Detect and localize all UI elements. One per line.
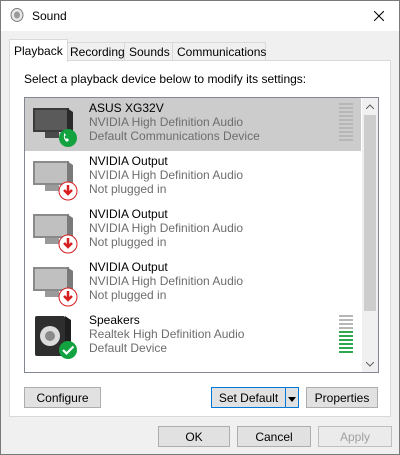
title-bar: Sound [1, 1, 399, 31]
scroll-thumb[interactable] [364, 115, 376, 311]
device-item-nvidia-3[interactable]: NVIDIA Output NVIDIA High Definition Aud… [25, 257, 361, 310]
device-driver: Realtek High Definition Audio [89, 327, 245, 341]
unplugged-badge-icon [58, 181, 78, 201]
device-name: NVIDIA Output [89, 260, 168, 274]
chevron-up-icon [366, 103, 374, 109]
device-item-asus[interactable]: ASUS XG32V NVIDIA High Definition Audio … [25, 98, 361, 151]
tab-communications[interactable]: Communications [172, 42, 266, 61]
device-name: Speakers [89, 313, 140, 327]
device-driver: NVIDIA High Definition Audio [89, 115, 244, 129]
close-icon [374, 11, 384, 21]
set-default-button[interactable]: Set Default [211, 387, 285, 408]
sound-dialog: Sound Playback Recording Sounds Communic… [0, 0, 400, 455]
speaker-app-icon [10, 8, 24, 22]
set-default-dropdown[interactable] [285, 387, 299, 408]
device-driver: NVIDIA High Definition Audio [89, 168, 244, 182]
device-name: NVIDIA Output [89, 207, 168, 221]
dropdown-arrow-icon [288, 397, 296, 402]
properties-button[interactable]: Properties [306, 387, 378, 408]
instruction-text: Select a playback device below to modify… [24, 72, 307, 86]
device-status: Not plugged in [89, 235, 167, 249]
device-driver: NVIDIA High Definition Audio [89, 221, 244, 235]
device-status: Not plugged in [89, 288, 167, 302]
default-check-badge-icon [59, 341, 77, 359]
tab-recording[interactable]: Recording [65, 42, 130, 61]
phone-badge-icon [59, 129, 77, 147]
configure-button[interactable]: Configure [24, 387, 101, 408]
unplugged-badge-icon [58, 287, 78, 307]
speaker-icon [35, 316, 77, 359]
monitor-icon [33, 214, 78, 254]
monitor-icon [33, 161, 78, 201]
dialog-footer: OK Cancel Apply [1, 415, 399, 454]
apply-button[interactable]: Apply [318, 426, 392, 447]
chevron-down-icon [366, 361, 374, 367]
close-button[interactable] [359, 1, 399, 31]
device-status: Not plugged in [89, 182, 167, 196]
device-list[interactable]: ASUS XG32V NVIDIA High Definition Audio … [24, 97, 379, 373]
device-driver: NVIDIA High Definition Audio [89, 274, 244, 288]
device-name: ASUS XG32V [89, 101, 164, 115]
volume-meter [339, 315, 353, 355]
tab-sounds[interactable]: Sounds [124, 42, 178, 61]
tab-playback[interactable]: Playback [9, 39, 68, 62]
device-item-speakers[interactable]: Speakers Realtek High Definition Audio D… [25, 310, 361, 363]
device-item-nvidia-1[interactable]: NVIDIA Output NVIDIA High Definition Aud… [25, 151, 361, 204]
volume-meter [339, 103, 353, 143]
monitor-icon [33, 108, 77, 147]
cancel-button[interactable]: Cancel [237, 426, 311, 447]
device-status: Default Communications Device [89, 129, 260, 143]
vertical-scrollbar[interactable] [362, 98, 378, 372]
ok-button[interactable]: OK [158, 426, 230, 447]
device-name: NVIDIA Output [89, 154, 168, 168]
device-item-nvidia-2[interactable]: NVIDIA Output NVIDIA High Definition Aud… [25, 204, 361, 257]
unplugged-badge-icon [58, 234, 78, 254]
window-title: Sound [32, 9, 67, 23]
scroll-up-button[interactable] [362, 98, 378, 114]
scroll-down-button[interactable] [362, 356, 378, 372]
device-status: Default Device [89, 341, 168, 355]
monitor-icon [33, 267, 78, 307]
playback-panel: Select a playback device below to modify… [9, 60, 391, 417]
